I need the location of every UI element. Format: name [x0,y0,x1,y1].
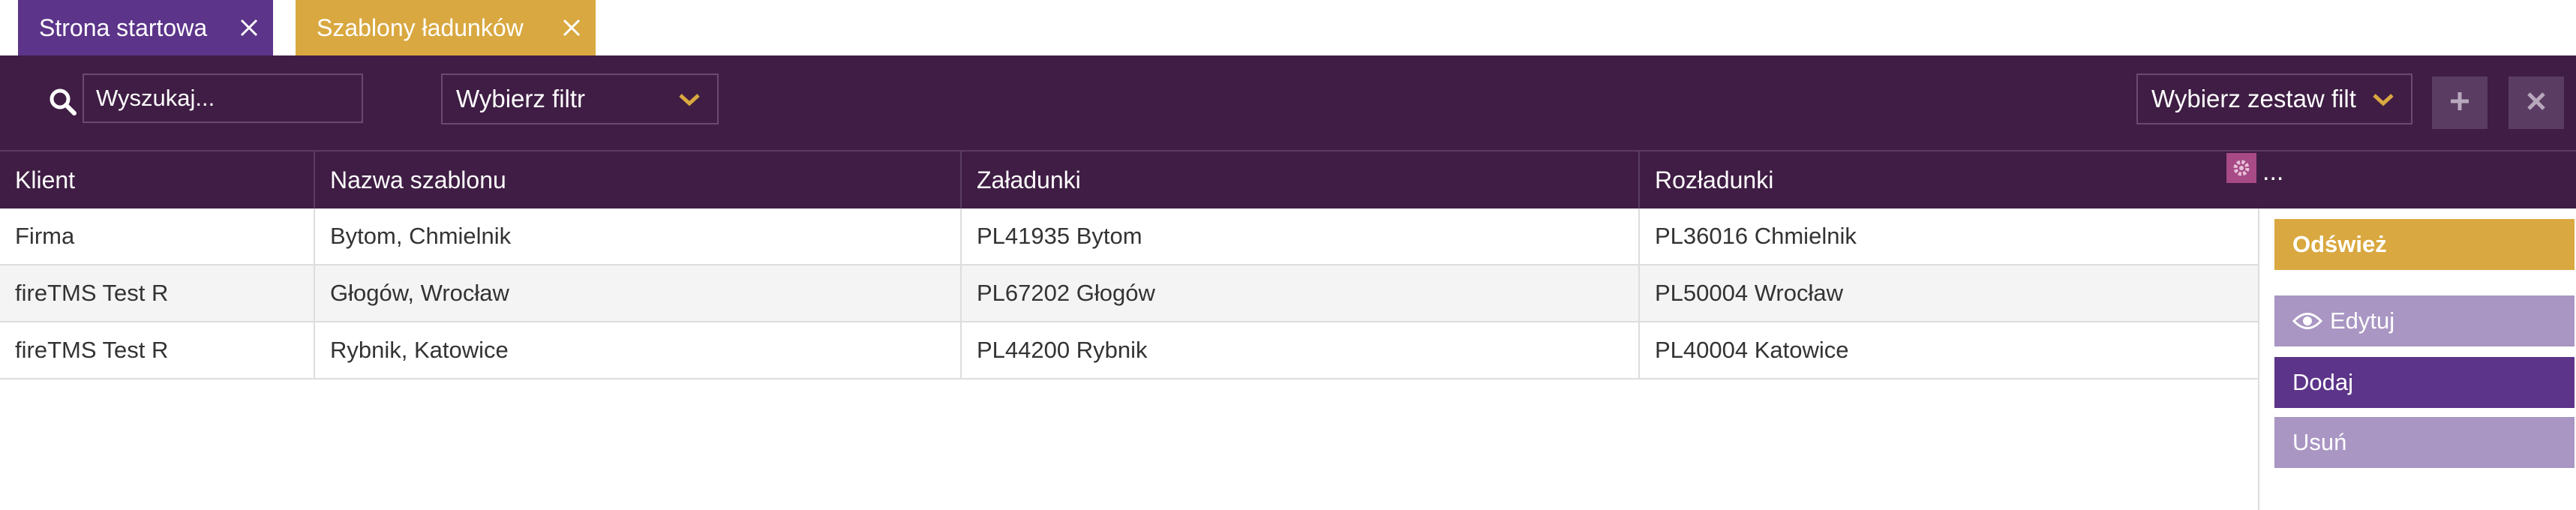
close-icon[interactable] [236,14,263,41]
close-icon [2526,92,2546,115]
chevron-down-icon [2370,88,2396,111]
chevron-down-icon [677,88,702,111]
filter-select[interactable]: Wybierz filtr [441,74,719,124]
search-input[interactable] [83,74,363,123]
cell-loadings: PL67202 Głogów [962,266,1640,321]
cell-unloadings: PL36016 Chmielnik [1655,223,1857,249]
cell-client: fireTMS Test R [0,322,315,378]
edit-button-label: Edytuj [2330,308,2395,334]
grid-header: Klient Nazwa szablonu Załadunki Rozładun… [0,150,2576,208]
edit-button[interactable]: Edytuj [2274,296,2574,346]
filter-set-select[interactable]: Wybierz zestaw filt [2136,74,2412,124]
clear-filter-set-button[interactable] [2508,76,2564,129]
cell-unloadings: PL50004 Wrocław [1655,280,1844,306]
filter-select-value: Wybierz filtr [456,85,586,112]
cell-loadings: PL44200 Rybnik [962,322,1640,378]
cell-template-name: Rybnik, Katowice [315,322,962,378]
eye-icon [2292,310,2322,332]
cell-template-name: Głogów, Wrocław [315,266,962,321]
refresh-button[interactable]: Odśwież [2274,219,2574,270]
table-row[interactable]: Firma Bytom, Chmielnik PL41935 Bytom PL3… [0,208,2258,266]
grid-body: Firma Bytom, Chmielnik PL41935 Bytom PL3… [0,208,2258,380]
column-header-loadings[interactable]: Załadunki [962,152,1640,208]
tab-label: Strona startowa [39,14,208,41]
tab-bar: Strona startowa Szablony ładunków [0,0,2576,56]
column-header-unloadings[interactable]: Rozładunki [1640,152,2576,208]
more-columns-menu[interactable]: ... [2262,158,2283,187]
delete-button-label: Usuń [2292,429,2347,455]
cell-template-name: Bytom, Chmielnik [315,208,962,264]
table-row[interactable]: fireTMS Test R Głogów, Wrocław PL67202 G… [0,266,2258,322]
cell-client: fireTMS Test R [0,266,315,321]
delete-button[interactable]: Usuń [2274,417,2574,468]
tab-load-templates[interactable]: Szablony ładunków [296,0,596,56]
add-button-label: Dodaj [2292,369,2353,395]
cell-unloadings: PL40004 Katowice [1655,337,1849,363]
refresh-button-label: Odśwież [2292,231,2387,257]
search-icon [48,87,78,117]
cell-client: Firma [0,208,315,264]
tab-home[interactable]: Strona startowa [18,0,273,56]
add-filter-set-button[interactable] [2432,76,2487,129]
close-icon[interactable] [558,14,585,41]
toolbar: Wybierz filtr Wybierz zestaw filt [0,56,2576,150]
gear-icon[interactable] [2226,153,2256,183]
cell-loadings: PL41935 Bytom [962,208,1640,264]
action-panel: Odśwież Edytuj Dodaj Usuń [2258,208,2576,510]
add-button[interactable]: Dodaj [2274,357,2574,408]
table-row[interactable]: fireTMS Test R Rybnik, Katowice PL44200 … [0,322,2258,380]
column-header-template-name[interactable]: Nazwa szablonu [315,152,962,208]
plus-icon [2448,90,2471,116]
tab-label: Szablony ładunków [317,14,524,41]
filter-set-select-value: Wybierz zestaw filt [2151,85,2356,112]
column-header-client[interactable]: Klient [0,152,315,208]
